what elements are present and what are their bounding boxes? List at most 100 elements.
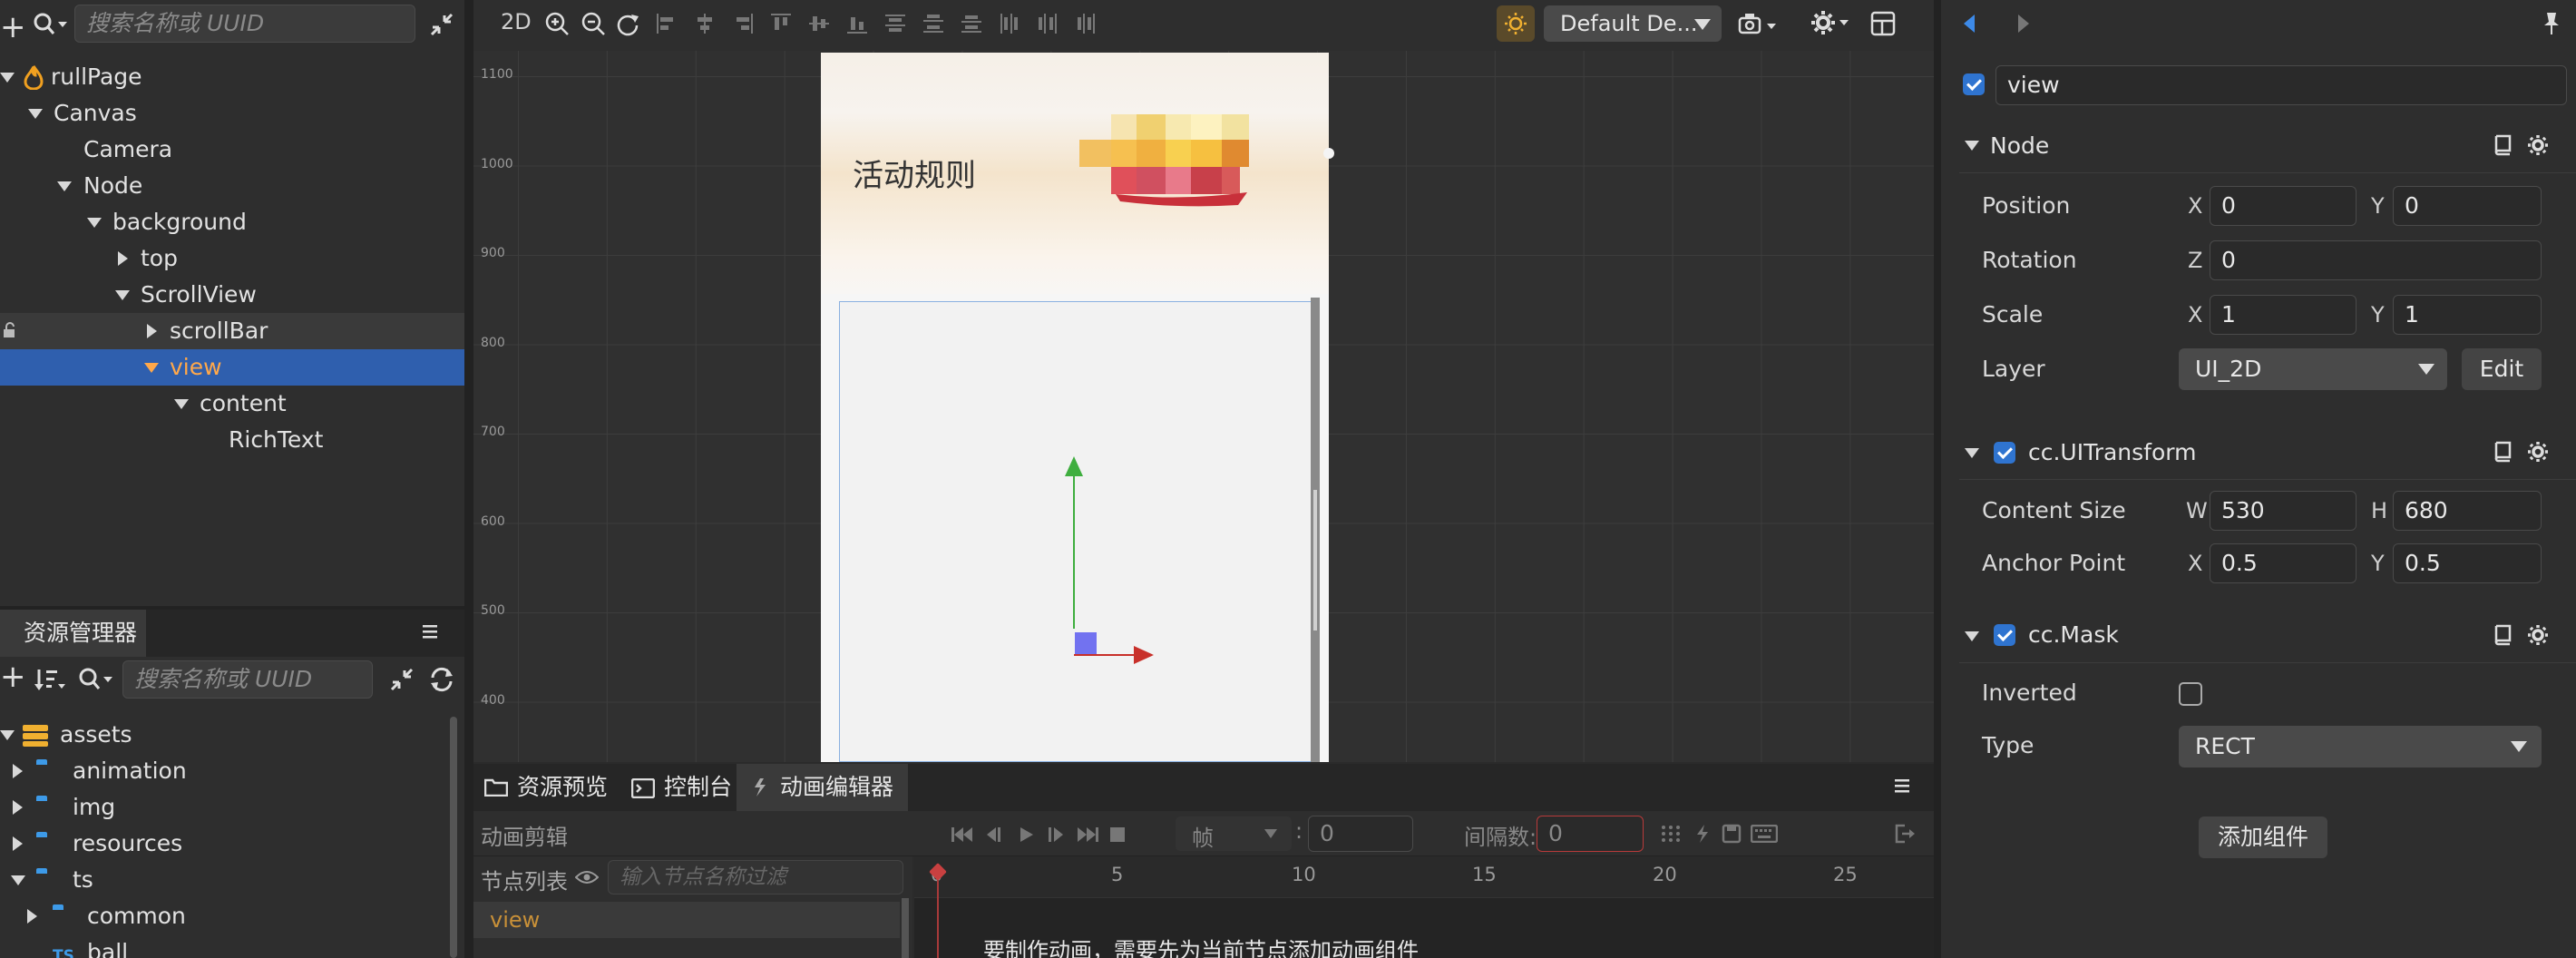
prev-frame-icon[interactable]	[983, 826, 1005, 844]
add-component-button[interactable]: 添加组件	[2199, 816, 2327, 858]
scrollbar-handle[interactable]	[1313, 490, 1317, 631]
tab-animation-editor[interactable]: 动画编辑器	[737, 764, 909, 811]
distribute-bottom-icon[interactable]	[960, 12, 983, 35]
position-x-input[interactable]: 0	[2210, 186, 2356, 226]
node-list-item-view[interactable]: view	[473, 902, 900, 938]
expand-arrow-icon[interactable]	[115, 290, 130, 300]
canvas-handle[interactable]	[1323, 148, 1334, 159]
distribute-hcenter-icon[interactable]	[1036, 12, 1059, 35]
asset-scrollbar[interactable]	[450, 717, 457, 958]
tree-node-richtext[interactable]: RichText	[0, 422, 464, 458]
asset-item-resources[interactable]: resources	[0, 826, 464, 862]
expand-arrow-icon[interactable]	[0, 730, 15, 740]
collapse-node-section-icon[interactable]	[1965, 141, 1979, 151]
gear-icon[interactable]	[2527, 624, 2549, 646]
grid-dots-icon[interactable]	[1660, 824, 1682, 844]
tab-console[interactable]: 控制台	[620, 764, 746, 811]
event-icon[interactable]	[1694, 824, 1711, 844]
device-select[interactable]: Default De...	[1544, 5, 1722, 42]
play-icon[interactable]	[1018, 826, 1036, 844]
collapse-mask-icon[interactable]	[1965, 631, 1979, 641]
distribute-right-icon[interactable]	[1074, 12, 1098, 35]
save-icon[interactable]	[1722, 824, 1742, 844]
uitransform-enabled-checkbox[interactable]	[1994, 442, 2015, 464]
refresh-icon[interactable]	[428, 666, 455, 693]
expand-arrow-icon[interactable]	[13, 836, 23, 851]
node-list-scrollbar[interactable]	[902, 898, 909, 958]
distribute-vcenter-icon[interactable]	[922, 12, 945, 35]
forward-arrow-icon[interactable]	[2015, 13, 2032, 34]
frame-input[interactable]: 0	[1308, 816, 1413, 852]
anchor-y-input[interactable]: 0.5	[2393, 543, 2542, 583]
next-frame-icon[interactable]	[1045, 826, 1067, 844]
node-name-input[interactable]: view	[1995, 65, 2567, 105]
align-bottom-icon[interactable]	[845, 12, 869, 35]
collapse-uitransform-icon[interactable]	[1965, 448, 1979, 458]
tree-node-camera[interactable]: Camera	[0, 132, 464, 168]
collapse-all-icon[interactable]	[428, 11, 455, 38]
help-book-icon[interactable]	[2493, 134, 2513, 156]
expand-arrow-icon[interactable]	[147, 324, 157, 338]
2d-toggle-button[interactable]: 2D	[501, 9, 532, 34]
vertical-splitter-left[interactable]	[464, 0, 473, 958]
distribute-left-icon[interactable]	[998, 12, 1021, 35]
lock-icon[interactable]	[2, 322, 18, 338]
sort-icon[interactable]	[34, 668, 65, 691]
vertical-splitter-right[interactable]	[1934, 0, 1941, 958]
help-book-icon[interactable]	[2493, 441, 2513, 463]
expand-arrow-icon[interactable]	[13, 800, 23, 815]
panel-menu-icon[interactable]	[1894, 777, 1912, 795]
layer-edit-button[interactable]: Edit	[2462, 348, 2542, 390]
node-active-checkbox[interactable]	[1963, 73, 1985, 95]
expand-arrow-icon[interactable]	[57, 181, 72, 191]
expand-arrow-icon[interactable]	[0, 73, 15, 83]
tab-asset-manager[interactable]: 资源管理器	[0, 610, 147, 657]
expand-arrow-icon[interactable]	[174, 399, 189, 409]
jump-last-icon[interactable]	[1076, 826, 1099, 844]
tree-node-scrollbar[interactable]: scrollBar	[0, 313, 464, 349]
asset-item-animation[interactable]: animation	[0, 753, 464, 789]
align-right-icon[interactable]	[731, 12, 755, 35]
zoom-out-icon[interactable]	[581, 11, 606, 36]
position-y-input[interactable]: 0	[2393, 186, 2542, 226]
content-size-h-input[interactable]: 680	[2393, 491, 2542, 531]
gear-icon[interactable]	[2527, 441, 2549, 463]
frame-unit-select[interactable]: 帧	[1176, 816, 1292, 851]
collapse-all-icon[interactable]	[388, 666, 415, 693]
mask-enabled-checkbox[interactable]	[1994, 624, 2015, 646]
pin-icon[interactable]	[2542, 11, 2561, 36]
add-asset-icon[interactable]: +	[0, 659, 26, 695]
jump-first-icon[interactable]	[951, 826, 974, 844]
tree-node-node[interactable]: Node	[0, 168, 464, 204]
expand-arrow-icon[interactable]	[87, 218, 102, 228]
align-vcenter-icon[interactable]	[807, 12, 831, 35]
tree-node-view[interactable]: view	[0, 349, 464, 386]
zoom-in-icon[interactable]	[544, 11, 570, 36]
eye-icon[interactable]	[575, 869, 599, 885]
panel-menu-icon[interactable]	[422, 622, 440, 640]
tree-node-rullpage[interactable]: rullPage	[0, 59, 464, 95]
hierarchy-search-input[interactable]: 搜索名称或 UUID	[74, 5, 415, 43]
scene-viewport[interactable]: 11001000900800700600500400 -400-300-200-…	[473, 51, 1934, 762]
horizontal-splitter-left[interactable]	[0, 606, 464, 610]
expand-arrow-icon[interactable]	[118, 251, 128, 266]
gear-icon[interactable]	[2527, 134, 2549, 156]
tree-node-background[interactable]: background	[0, 204, 464, 240]
stop-icon[interactable]	[1108, 826, 1127, 844]
expand-arrow-icon[interactable]	[144, 363, 159, 373]
scale-y-input[interactable]: 1	[2393, 295, 2542, 335]
keyboard-icon[interactable]	[1751, 825, 1778, 843]
tree-node-scrollview[interactable]: ScrollView	[0, 277, 464, 313]
expand-arrow-icon[interactable]	[27, 909, 37, 924]
back-arrow-icon[interactable]	[1961, 13, 1977, 34]
asset-item-assets[interactable]: assets	[0, 717, 464, 753]
move-gizmo[interactable]	[1018, 454, 1163, 671]
scale-x-input[interactable]: 1	[2210, 295, 2356, 335]
node-filter-input[interactable]: 输入节点名称过滤	[608, 860, 903, 894]
asset-search-input[interactable]: 搜索名称或 UUID	[122, 660, 373, 699]
expand-arrow-icon[interactable]	[11, 875, 25, 885]
align-top-icon[interactable]	[769, 12, 793, 35]
inverted-checkbox[interactable]	[2179, 682, 2202, 706]
layer-select[interactable]: UI_2D	[2179, 348, 2447, 390]
anchor-x-input[interactable]: 0.5	[2210, 543, 2356, 583]
